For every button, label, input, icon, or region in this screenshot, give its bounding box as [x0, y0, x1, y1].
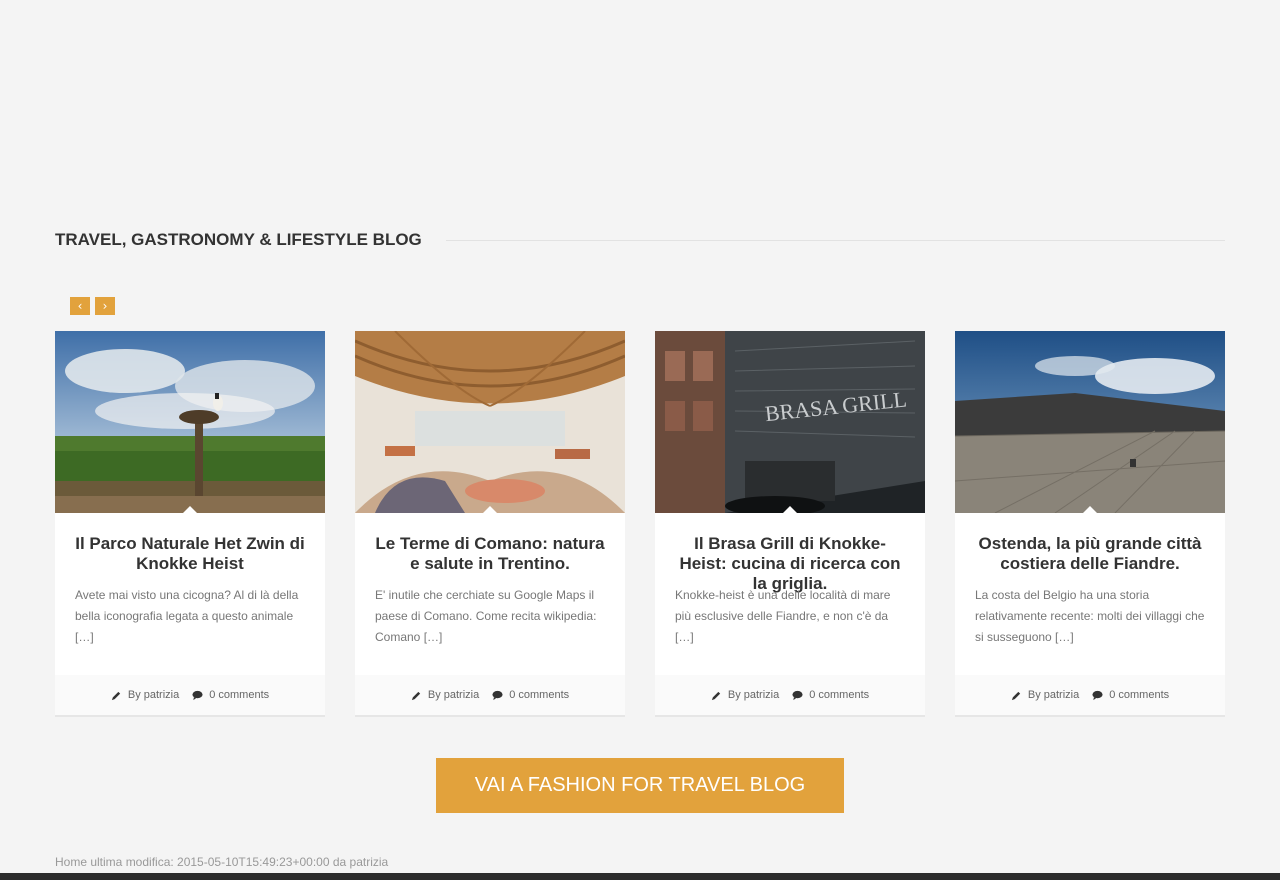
pencil-icon — [111, 691, 121, 700]
fashion-blog-button[interactable]: VAI A FASHION FOR TRAVEL BLOG — [436, 758, 844, 813]
restaurant-interior-photo: BRASA GRILL — [655, 331, 925, 513]
carousel-nav: ‹ › — [70, 297, 115, 315]
comment-icon — [1092, 690, 1103, 700]
post-author-label: By patrizia — [727, 689, 780, 701]
post-card: Le Terme di Comano: natura e salute in T… — [355, 331, 625, 717]
post-comments[interactable]: 0 comments — [192, 689, 269, 701]
post-meta: By patrizia 0 comments — [355, 675, 625, 715]
post-comments-label: 0 comments — [809, 689, 870, 701]
stork-nest-photo — [55, 331, 325, 513]
post-image-ostenda[interactable] — [955, 331, 1225, 513]
post-excerpt: Avete mai visto una cicogna? Al di là de… — [75, 588, 299, 644]
post-comments-label: 0 comments — [1109, 689, 1170, 701]
pencil-icon — [711, 691, 721, 700]
image-notch — [1082, 506, 1098, 513]
section-title: TRAVEL, GASTRONOMY & LIFESTYLE BLOG — [55, 230, 422, 249]
post-image-brasa-grill[interactable]: BRASA GRILL — [655, 331, 925, 513]
seaside-promenade-photo — [955, 331, 1225, 513]
comment-icon — [792, 690, 803, 700]
last-modified-note: Home ultima modifica: 2015-05-10T15:49:2… — [55, 855, 389, 869]
post-carousel: Il Parco Naturale Het Zwin di Knokke Hei… — [55, 331, 1225, 717]
post-excerpt: La costa del Belgio ha una storia relati… — [975, 588, 1205, 644]
carousel-next-button[interactable]: › — [95, 297, 115, 315]
post-title[interactable]: Il Parco Naturale Het Zwin di Knokke Hei… — [75, 534, 305, 574]
comment-icon — [492, 690, 503, 700]
comment-icon — [192, 690, 203, 700]
post-author[interactable]: By patrizia — [411, 689, 479, 701]
section-divider — [445, 239, 1225, 241]
post-image-terme-comano[interactable] — [355, 331, 625, 513]
post-meta: By patrizia 0 comments — [55, 675, 325, 715]
post-title[interactable]: Le Terme di Comano: natura e salute in T… — [375, 534, 605, 574]
section-header: TRAVEL, GASTRONOMY & LIFESTYLE BLOG — [55, 229, 1225, 251]
post-author-label: By patrizia — [427, 689, 480, 701]
post-comments-label: 0 comments — [509, 689, 570, 701]
post-excerpt: Knokke-heist è una delle località di mar… — [675, 588, 891, 644]
post-author[interactable]: By patrizia — [711, 689, 779, 701]
post-card: Il Parco Naturale Het Zwin di Knokke Hei… — [55, 331, 325, 717]
post-comments[interactable]: 0 comments — [1092, 689, 1169, 701]
footer-bar — [0, 873, 1280, 880]
image-notch — [182, 506, 198, 513]
post-excerpt: E' inutile che cerchiate su Google Maps … — [375, 588, 597, 644]
image-notch — [482, 506, 498, 513]
carousel-prev-button[interactable]: ‹ — [70, 297, 90, 315]
post-author-label: By patrizia — [1027, 689, 1080, 701]
spa-interior-photo — [355, 331, 625, 513]
post-comments[interactable]: 0 comments — [492, 689, 569, 701]
post-author[interactable]: By patrizia — [111, 689, 179, 701]
post-card: BRASA GRILL Il Brasa Grill di Knokke-Hei… — [655, 331, 925, 717]
post-author-label: By patrizia — [127, 689, 180, 701]
post-meta: By patrizia 0 comments — [655, 675, 925, 715]
post-meta: By patrizia 0 comments — [955, 675, 1225, 715]
pencil-icon — [411, 691, 421, 700]
pencil-icon — [1011, 691, 1021, 700]
post-comments-label: 0 comments — [209, 689, 270, 701]
post-title[interactable]: Ostenda, la più grande città costiera de… — [975, 534, 1205, 574]
post-author[interactable]: By patrizia — [1011, 689, 1079, 701]
image-notch — [782, 506, 798, 513]
post-card: Ostenda, la più grande città costiera de… — [955, 331, 1225, 717]
post-image-nature-park[interactable] — [55, 331, 325, 513]
post-comments[interactable]: 0 comments — [792, 689, 869, 701]
